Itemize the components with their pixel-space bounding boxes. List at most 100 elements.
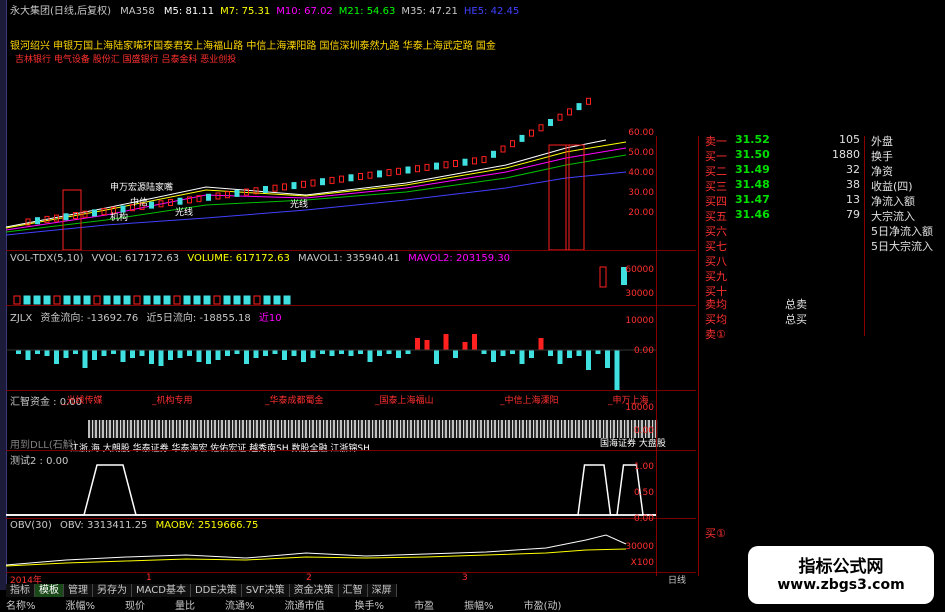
candle [586,97,591,105]
tab-1[interactable]: 模板 [35,584,64,597]
ma-value: M10: 67.02 [276,6,333,17]
test-chart[interactable] [6,460,656,518]
zjlx-axis-label: 10000 [625,316,654,326]
fund-flow-bar [443,334,449,350]
fund-flow-bar [519,350,525,364]
candle [405,166,411,174]
sell-avg-label: 卖均 [705,298,727,311]
column-header[interactable]: 市盈(动) [524,597,562,612]
hz-label: _中信上海溧阳 [500,396,559,406]
hz-axis-label: 0.00 [633,426,654,436]
fund-flow-bar [510,350,515,354]
column-header[interactable]: 量比 [175,597,195,612]
tab-7[interactable]: 资金决策 [289,584,339,597]
quote-stat-label: 收益(四) [871,180,913,193]
volume-chart[interactable] [6,262,656,310]
candle [472,157,477,165]
candle [557,113,563,121]
quote-price: 31.46 [735,208,770,221]
tab-8[interactable]: 汇智 [338,584,368,597]
column-header[interactable]: 名称% [6,597,36,612]
tab-5[interactable]: DDE决策 [190,584,242,597]
column-header[interactable]: 市盈 [414,597,434,612]
pane-divider [6,250,696,251]
ma-line [6,141,627,229]
candle [177,197,183,205]
quote-stat-label: 外盘 [871,135,893,148]
ma-value: M7: 75.31 [220,6,271,17]
quote-price: 31.50 [735,148,770,161]
volume-bar [283,295,291,305]
candle [443,161,449,169]
candle [263,186,268,193]
candle [358,173,363,180]
column-header[interactable]: 流通市值 [285,597,325,612]
fund-flow-bar [149,350,154,364]
fund-flow-bar [196,350,202,362]
price-annotation: 中信 [130,198,149,208]
candle [367,171,373,179]
candle [567,108,572,116]
fund-flow-bar [348,350,354,356]
column-header[interactable]: 现价 [125,597,145,612]
fund-flow-bar [529,350,534,358]
tab-4[interactable]: MACD基本 [132,584,191,597]
fund-flow-bar [320,350,325,354]
test-axis-label: 0.50 [633,488,654,498]
hz-dll-label: 用到DLL(石斛) [10,440,77,451]
fund-flow-bar [472,334,477,350]
quote-qty: 38 [846,178,860,191]
fund-flow-bar [44,350,50,356]
volume-bar [103,295,111,305]
hz-bottom-text: 江浙,海 大朗股 华泰证券 华泰海宏 佐佑宏证 越秀南SH 数股全融 江浙锦SH [70,444,370,454]
fund-flow-bar [92,350,97,360]
price-annotation: 机构 [110,213,129,223]
candle [415,165,420,173]
candle [396,167,401,175]
column-header[interactable]: 流通% [225,597,255,612]
obv-chart[interactable] [6,530,656,570]
tab-9[interactable]: 深屏 [367,584,397,597]
fund-flow-bar [139,350,145,356]
time-label-month: 3 [462,573,468,583]
watermark-title: 指标公式网 [798,557,884,577]
buy1-detail: 买① [705,527,726,540]
column-header[interactable]: 振幅% [464,597,494,612]
fund-flow-bar [462,342,468,350]
test-axis-label: 0.00 [633,514,654,524]
fund-flow-bar [130,350,135,358]
pane-divider [6,518,696,519]
volume-bar [203,295,211,305]
candle [291,182,297,190]
quote-level-label: 买四 [705,195,727,208]
volume-bar [23,295,31,305]
period-label[interactable]: 日线 [668,573,686,586]
tab-0[interactable]: 指标 [6,584,35,597]
tab-2[interactable]: 管理 [64,584,93,597]
fund-flow-bar [263,350,268,356]
candle [320,178,325,186]
fund-flow-bar [54,350,59,364]
price-chart[interactable] [6,60,656,250]
column-header[interactable]: 涨幅% [66,597,96,612]
fund-flow-bar [187,350,192,356]
price-annotation: 光线 [175,208,194,218]
tab-3[interactable]: 另存为 [93,584,132,597]
fund-flow-bar [358,350,363,354]
candle [510,140,515,148]
fund-flow-bar [434,350,439,364]
fund-flow-chart[interactable] [6,320,656,390]
obv-axis-label: X100 [630,558,654,568]
volume-bar [183,295,191,305]
tab-6[interactable]: SVF决策 [241,584,290,597]
candle [424,163,430,171]
pane-divider [6,390,696,391]
price-annotation: 光线 [290,200,309,210]
fund-flow-bar [396,350,401,358]
column-header[interactable]: 换手% [355,597,385,612]
volume-bar [63,295,71,305]
price-annotation: 申万宏源陆家嘴 [110,183,174,193]
volume-bar [193,295,201,305]
candle [215,192,221,200]
candle [63,213,69,221]
